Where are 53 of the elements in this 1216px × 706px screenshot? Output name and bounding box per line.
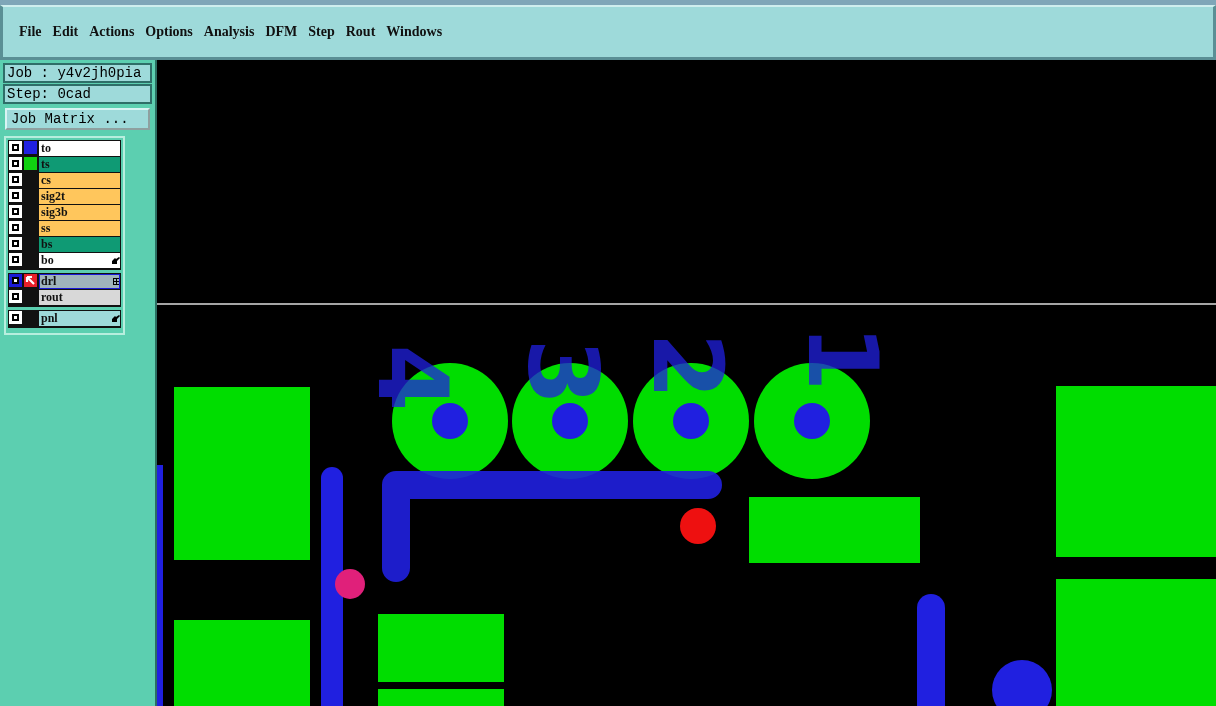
grid-icon <box>113 278 120 285</box>
menu-item[interactable]: Analysis <box>200 24 263 40</box>
layer-checkbox[interactable] <box>9 173 22 186</box>
job-matrix-button[interactable]: Job Matrix ... <box>5 108 150 130</box>
layer-name: pnl <box>41 311 58 326</box>
silkscreen-number: 2 <box>630 332 743 400</box>
layer-checkbox[interactable] <box>9 253 22 266</box>
layer-row[interactable]: sig3b <box>39 205 120 220</box>
layer-checkbox[interactable] <box>9 290 22 303</box>
layer-name: ss <box>41 221 51 236</box>
layer-name: sig2t <box>41 189 65 204</box>
layer-row[interactable]: sig2t <box>39 189 120 204</box>
layer-name: ts <box>41 157 50 172</box>
menu-item[interactable]: Step <box>305 24 343 40</box>
layer-row[interactable]: ts <box>39 157 120 172</box>
layer-row[interactable]: rout <box>39 290 120 305</box>
layer-row[interactable]: cs <box>39 173 120 188</box>
layer-checkbox[interactable] <box>9 141 22 154</box>
layer-name: to <box>41 141 51 156</box>
layer-row[interactable]: ss <box>39 221 120 236</box>
layer-name: sig3b <box>41 205 68 220</box>
layer-checkbox[interactable] <box>9 189 22 202</box>
silkscreen-number: 4 <box>355 344 468 412</box>
menu-item[interactable]: Windows <box>383 24 451 40</box>
layer-checkbox[interactable] <box>9 205 22 218</box>
layer-row[interactable]: bs <box>39 237 120 252</box>
layer-checkbox[interactable] <box>9 274 22 287</box>
silkscreen-number: 1 <box>785 324 898 392</box>
layer-name: rout <box>41 290 63 305</box>
layer-name: bo <box>41 253 54 268</box>
layer-checkbox[interactable] <box>9 311 22 324</box>
layer-row[interactable]: bo <box>39 253 120 268</box>
menu-item[interactable]: Edit <box>49 24 87 40</box>
layer-name: bs <box>41 237 53 252</box>
menu-item[interactable]: File <box>16 24 50 40</box>
layer-row[interactable]: to <box>39 141 120 156</box>
layer-checkbox[interactable] <box>9 221 22 234</box>
arrow-icon <box>24 274 37 287</box>
layer-checkbox[interactable] <box>9 237 22 250</box>
hand-icon <box>111 314 120 323</box>
menu-item[interactable]: DFM <box>262 24 306 40</box>
layer-name: drl <box>41 274 57 289</box>
job-label: Job : y4v2jh0pia <box>3 63 152 83</box>
menu-item[interactable]: Actions <box>86 24 143 40</box>
silkscreen-number: 3 <box>505 338 618 406</box>
menu-item[interactable]: Options <box>142 24 201 40</box>
menu-item[interactable]: Rout <box>342 24 384 40</box>
layer-row[interactable]: drl <box>39 274 120 289</box>
layer-checkbox[interactable] <box>9 157 22 170</box>
step-label: Step: 0cad <box>3 84 152 104</box>
hand-icon <box>111 256 120 265</box>
layer-name: cs <box>41 173 51 188</box>
layer-row[interactable]: pnl <box>39 311 120 326</box>
